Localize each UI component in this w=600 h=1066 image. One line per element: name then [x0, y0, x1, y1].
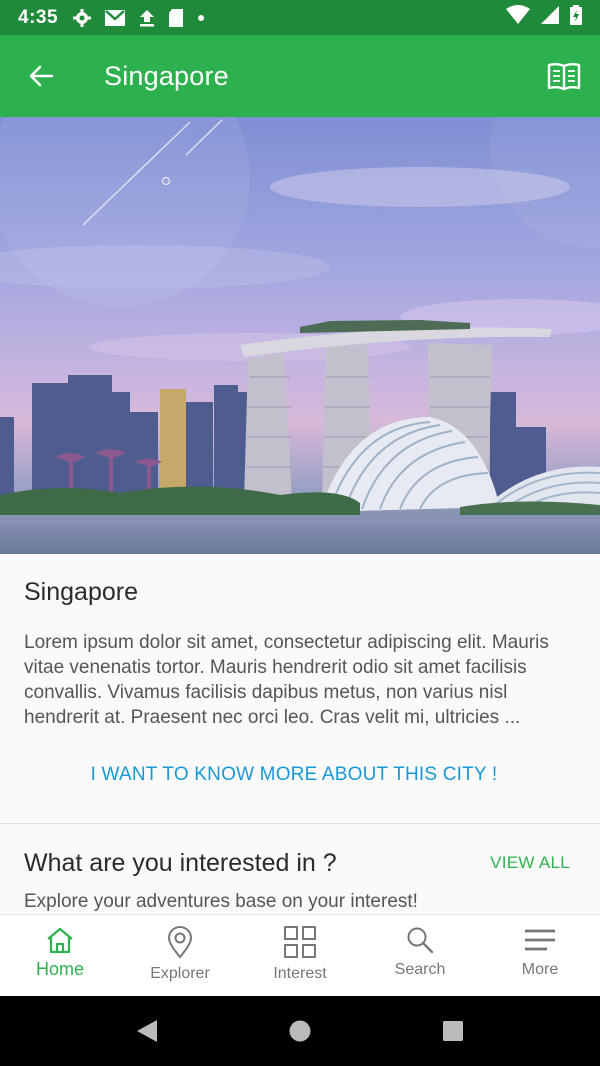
notification-dot-icon: [196, 13, 206, 23]
nav-label-explorer: Explorer: [150, 965, 210, 982]
nav-item-interest[interactable]: Interest: [240, 915, 360, 996]
nav-label-interest: Interest: [273, 965, 327, 982]
know-more-link[interactable]: I WANT TO KNOW MORE ABOUT THIS CITY !: [0, 764, 588, 786]
city-description: Lorem ipsum dolor sit amet, consectetur …: [24, 632, 549, 728]
location-pin-icon: [167, 926, 193, 959]
battery-icon: [570, 5, 582, 30]
gmail-icon: [104, 9, 126, 27]
app-bar: Singapore: [0, 35, 600, 117]
nav-label-home: Home: [35, 959, 84, 979]
arrow-left-icon: [29, 65, 54, 87]
interest-heading: What are you interested in ?: [24, 849, 337, 877]
city-heading: Singapore: [24, 578, 138, 606]
nav-item-more[interactable]: More: [480, 915, 600, 996]
search-icon: [407, 927, 434, 954]
bottom-navigation: Home Explorer Interest Search More: [0, 914, 600, 996]
city-intro-section: Singapore Lorem ipsum dolor sit amet, co…: [0, 554, 600, 824]
menu-icon: [525, 929, 555, 951]
sd-card-icon: [168, 8, 184, 28]
guide-book-button[interactable]: [528, 35, 600, 117]
city-hero-image: [0, 117, 600, 554]
page-title: Singapore: [104, 60, 229, 91]
nav-item-search[interactable]: Search: [360, 915, 480, 996]
signal-icon: [540, 5, 560, 30]
interest-subtitle: Explore your adventures base on your int…: [24, 891, 418, 912]
status-bar: 4:35: [0, 0, 600, 35]
status-time: 4:35: [18, 6, 59, 28]
system-recents-icon[interactable]: [441, 1019, 465, 1043]
nav-item-explorer[interactable]: Explorer: [120, 915, 240, 996]
interest-section: What are you interested in ? VIEW ALL Ex…: [0, 825, 600, 915]
home-icon: [47, 927, 73, 954]
back-button[interactable]: [0, 35, 82, 117]
nav-label-search: Search: [394, 961, 446, 978]
upload-icon: [138, 8, 156, 28]
system-home-icon[interactable]: [288, 1019, 312, 1043]
grid-icon: [284, 926, 316, 958]
wifi-icon: [506, 5, 530, 30]
system-nav-bar: [0, 996, 600, 1066]
settings-icon: [72, 8, 92, 28]
book-icon: [547, 63, 581, 91]
nav-label-more: More: [521, 961, 559, 978]
system-back-icon[interactable]: [135, 1018, 159, 1044]
nav-item-home[interactable]: Home: [0, 915, 120, 996]
view-all-button[interactable]: VIEW ALL: [490, 853, 570, 873]
